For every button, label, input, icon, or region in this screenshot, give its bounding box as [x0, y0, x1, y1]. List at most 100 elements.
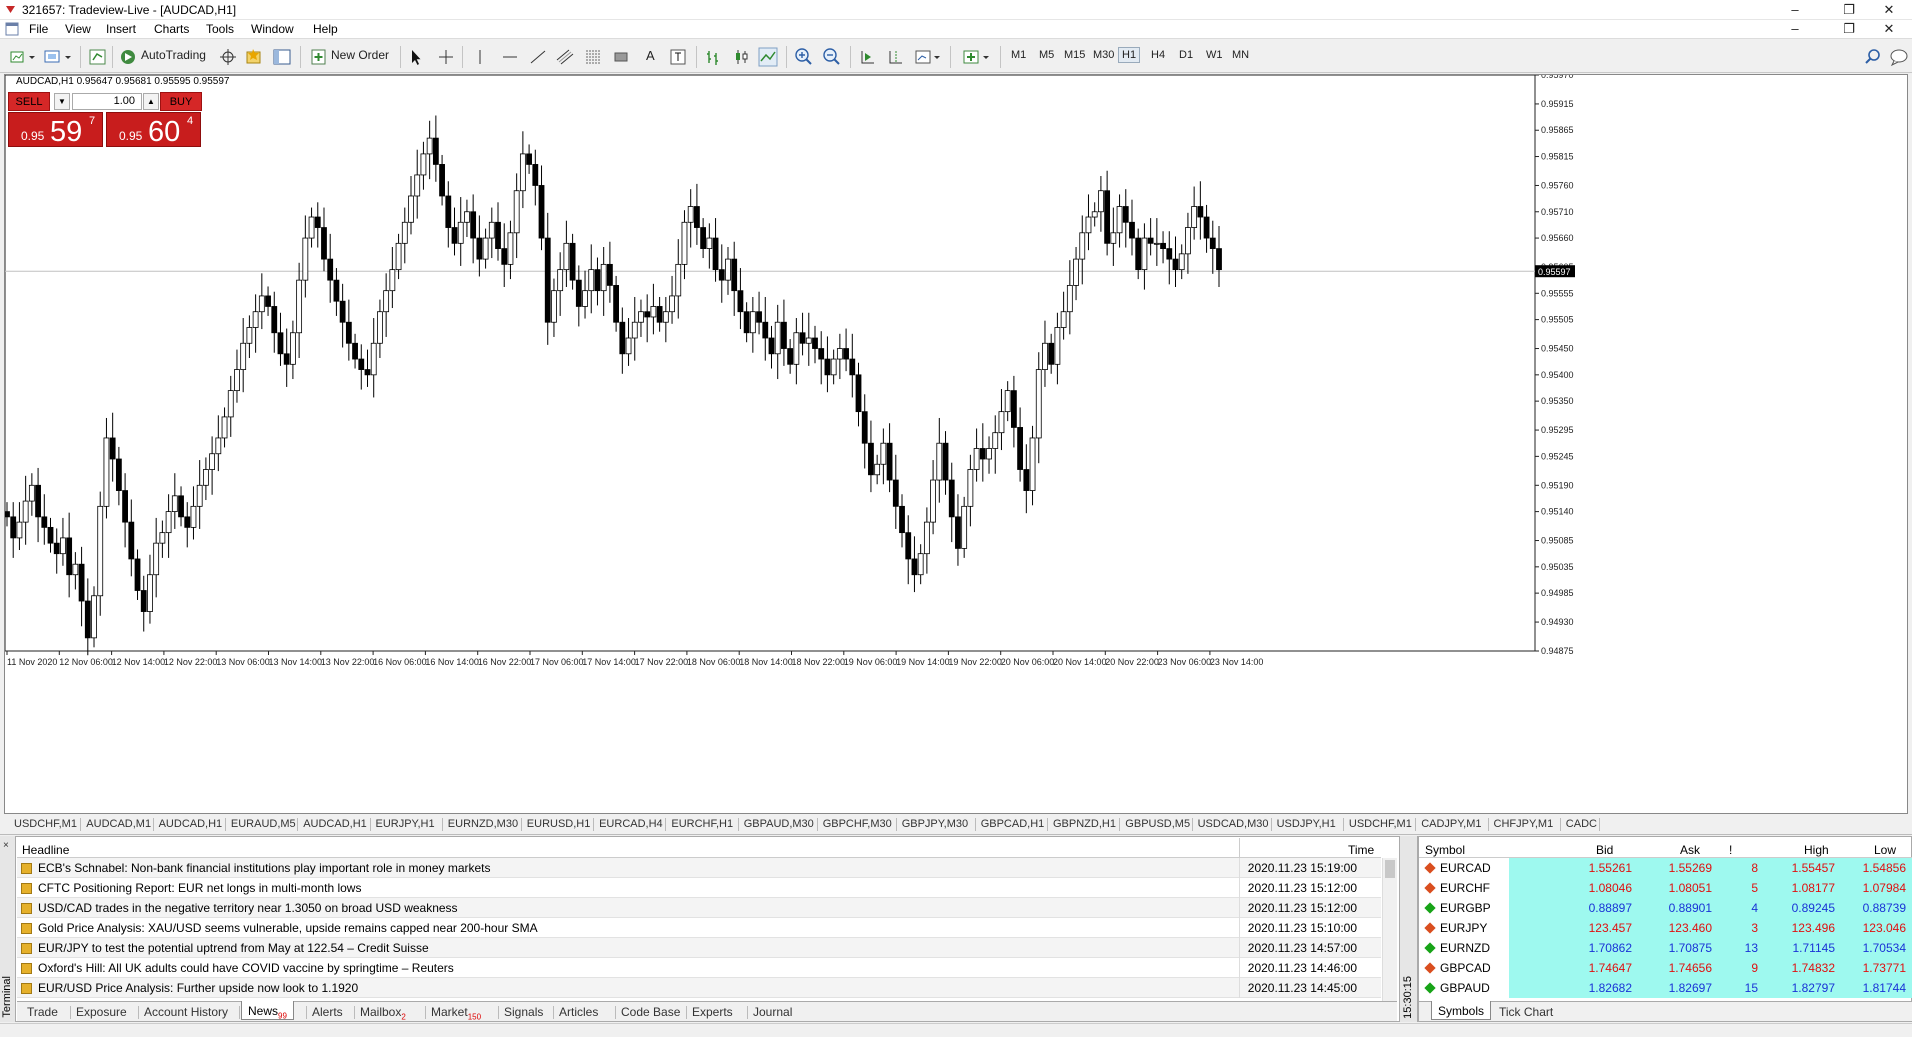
terminal-icon[interactable]: [272, 47, 292, 67]
text-label-icon[interactable]: [668, 47, 688, 67]
terminal-tab-code-base[interactable]: Code Base: [621, 1005, 680, 1019]
chart-tab[interactable]: GBPJPY,M30: [902, 818, 968, 830]
chart-tab[interactable]: GBPCAD,H1: [981, 818, 1045, 830]
candlestick-chart[interactable]: 0.959700.959150.958650.958150.957600.957…: [5, 75, 1909, 815]
autotrading-icon[interactable]: [118, 47, 138, 67]
price-chart[interactable]: 0.95970 0.95915 0.95865 0.95815 0.95760 0.957…: [4, 74, 1908, 814]
chart-tab[interactable]: EURUSD,H1: [527, 818, 591, 830]
headline-column-header[interactable]: Headline: [22, 843, 69, 857]
chart-tab[interactable]: CADJPY,M1: [1421, 818, 1481, 830]
chart-tab[interactable]: GBPNZD,H1: [1053, 818, 1116, 830]
timeframe-m15[interactable]: M15: [1064, 49, 1085, 61]
news-row[interactable]: EUR/JPY to test the potential uptrend fr…: [17, 938, 1381, 958]
indicators-icon[interactable]: [962, 47, 992, 67]
chart-tab[interactable]: EURCHF,H1: [671, 818, 733, 830]
chart-tab[interactable]: EURJPY,H1: [376, 818, 435, 830]
periods-icon[interactable]: [914, 47, 942, 67]
menu-charts[interactable]: Charts: [154, 22, 189, 36]
chart-tab[interactable]: AUDCAD,H1: [159, 818, 223, 830]
chart-tab[interactable]: AUDCAD,M1: [86, 818, 151, 830]
chart-tab[interactable]: EURNZD,M30: [448, 818, 518, 830]
news-row[interactable]: CFTC Positioning Report: EUR net longs i…: [17, 878, 1381, 898]
news-scrollbar[interactable]: [1382, 858, 1397, 1001]
menu-window[interactable]: Window: [251, 22, 294, 36]
terminal-tab-mailbox[interactable]: Mailbox2: [360, 1005, 406, 1021]
terminal-tab-signals[interactable]: Signals: [504, 1005, 543, 1019]
text-tool-button[interactable]: A: [646, 48, 655, 63]
chart-tab[interactable]: USDCHF,M1: [1349, 818, 1412, 830]
mdi-close-button[interactable]: ✕: [1866, 20, 1912, 38]
chart-tab[interactable]: GBPUSD,M5: [1125, 818, 1190, 830]
menu-tools[interactable]: Tools: [206, 22, 234, 36]
market-watch-row[interactable]: GBPAUD 1.82682 1.82697 15 1.82797 1.81744: [1419, 978, 1912, 998]
autotrading-button[interactable]: AutoTrading: [141, 48, 206, 62]
news-row[interactable]: Oxford's Hill: All UK adults could have …: [17, 958, 1381, 978]
close-button[interactable]: ✕: [1866, 0, 1912, 20]
terminal-tab-articles[interactable]: Articles: [559, 1005, 598, 1019]
minimize-button[interactable]: –: [1772, 0, 1818, 20]
trendline-icon[interactable]: [528, 47, 548, 67]
terminal-tab-news[interactable]: News99: [241, 1001, 294, 1020]
timeframe-h4[interactable]: H4: [1151, 49, 1165, 61]
market-watch-row[interactable]: EURCHF 1.08046 1.08051 5 1.08177 1.07984: [1419, 878, 1912, 898]
channel-icon[interactable]: [555, 47, 575, 67]
rectangle-icon[interactable]: [611, 47, 631, 67]
menu-insert[interactable]: Insert: [106, 22, 136, 36]
chart-tab[interactable]: CHFJPY,M1: [1494, 818, 1554, 830]
terminal-tab-trade[interactable]: Trade: [27, 1005, 58, 1019]
lot-decrease-button[interactable]: ▼: [54, 93, 70, 110]
market-watch-row[interactable]: EURJPY 123.457 123.460 3 123.496 123.046: [1419, 918, 1912, 938]
profiles-icon[interactable]: [43, 47, 73, 67]
navigator-icon[interactable]: [244, 47, 264, 67]
zoom-in-icon[interactable]: [794, 47, 814, 67]
high-column-header[interactable]: High: [1804, 843, 1829, 857]
market-watch-tab-symbols[interactable]: Symbols: [1431, 1001, 1492, 1020]
chart-tab[interactable]: GBPAUD,M30: [744, 818, 814, 830]
low-column-header[interactable]: Low: [1874, 843, 1896, 857]
buy-label[interactable]: BUY: [160, 92, 202, 111]
bar-chart-icon[interactable]: [704, 47, 724, 67]
terminal-tab-journal[interactable]: Journal: [753, 1005, 792, 1019]
market-watch-row[interactable]: EURNZD 1.70862 1.70875 13 1.71145 1.70534: [1419, 938, 1912, 958]
menu-file[interactable]: File: [29, 22, 48, 36]
zoom-out-icon[interactable]: [822, 47, 842, 67]
market-watch-row[interactable]: EURCAD 1.55261 1.55269 8 1.55457 1.54856: [1419, 858, 1912, 878]
terminal-tab-account-history[interactable]: Account History: [144, 1005, 228, 1019]
new-order-button[interactable]: New Order: [331, 48, 389, 62]
timeframe-d1[interactable]: D1: [1179, 49, 1193, 61]
terminal-tab-alerts[interactable]: Alerts: [312, 1005, 343, 1019]
sell-button[interactable]: 0.95 59 7: [8, 112, 103, 148]
timeframe-w1[interactable]: W1: [1206, 49, 1223, 61]
buy-button[interactable]: 0.95 60 4: [106, 112, 201, 148]
line-chart-icon[interactable]: [758, 47, 778, 67]
news-row[interactable]: EUR/USD Price Analysis: Further upside n…: [17, 978, 1381, 998]
symbol-column-header[interactable]: Symbol: [1425, 843, 1465, 857]
timeframe-m30[interactable]: M30: [1093, 49, 1114, 61]
news-row[interactable]: Gold Price Analysis: XAU/USD seems vulne…: [17, 918, 1381, 938]
chart-shift-icon[interactable]: [886, 47, 906, 67]
auto-scroll-icon[interactable]: [858, 47, 878, 67]
cursor-icon[interactable]: [408, 47, 424, 67]
terminal-close-icon[interactable]: ×: [3, 840, 9, 851]
menu-view[interactable]: View: [65, 22, 91, 36]
chart-tab[interactable]: USDCHF,M1: [14, 818, 77, 830]
horizontal-line-icon[interactable]: [500, 47, 520, 67]
new-chart-icon[interactable]: [9, 47, 37, 67]
vertical-line-icon[interactable]: [472, 47, 488, 67]
scrollbar-thumb[interactable]: [1385, 860, 1395, 878]
chart-tab[interactable]: USDJPY,H1: [1277, 818, 1336, 830]
news-row[interactable]: ECB's Schnabel: Non-bank financial insti…: [17, 858, 1381, 878]
chart-tab[interactable]: GBPCHF,M30: [823, 818, 892, 830]
spread-column-header[interactable]: !: [1729, 843, 1732, 857]
search-icon[interactable]: [1864, 47, 1882, 67]
chart-tab[interactable]: EURAUD,M5: [231, 818, 296, 830]
market-watch-tab-tick-chart[interactable]: Tick Chart: [1499, 1005, 1553, 1019]
chart-tab[interactable]: EURCAD,H4: [599, 818, 663, 830]
crosshair-icon[interactable]: [218, 47, 238, 67]
market-watch-icon[interactable]: [88, 47, 108, 67]
chart-tab[interactable]: USDCAD,M30: [1198, 818, 1269, 830]
chart-tab[interactable]: CADC: [1566, 818, 1597, 830]
candlestick-icon[interactable]: [732, 47, 752, 67]
sell-label[interactable]: SELL: [8, 92, 50, 111]
ask-column-header[interactable]: Ask: [1680, 843, 1700, 857]
